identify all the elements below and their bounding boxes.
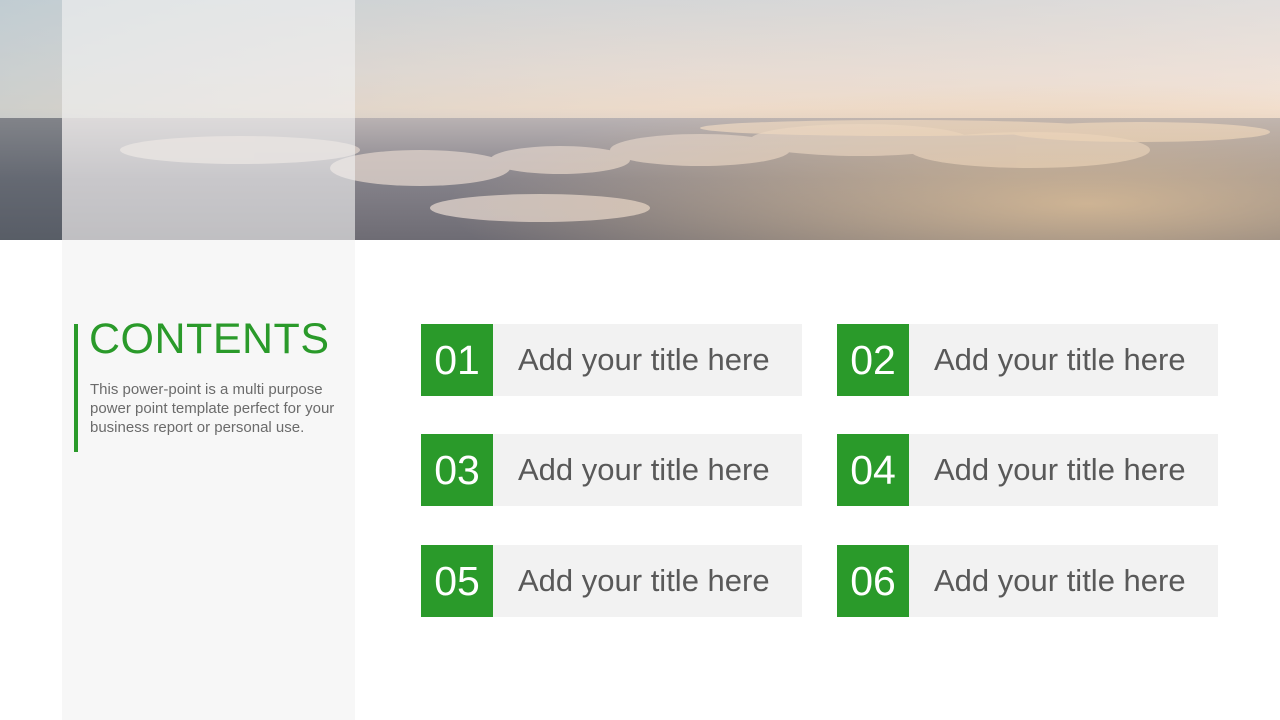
contents-item-04: 04 Add your title here <box>837 434 1218 506</box>
item-title: Add your title here <box>493 434 802 506</box>
item-title: Add your title here <box>493 324 802 396</box>
item-number: 02 <box>837 324 909 396</box>
contents-item-03: 03 Add your title here <box>421 434 802 506</box>
accent-bar <box>74 324 78 452</box>
item-title: Add your title here <box>493 545 802 617</box>
contents-description: This power-point is a multi purpose powe… <box>90 381 335 436</box>
contents-item-05: 05 Add your title here <box>421 545 802 617</box>
item-title: Add your title here <box>909 545 1218 617</box>
contents-item-02: 02 Add your title here <box>837 324 1218 396</box>
item-number: 05 <box>421 545 493 617</box>
contents-heading: CONTENTS <box>89 315 330 363</box>
contents-item-06: 06 Add your title here <box>837 545 1218 617</box>
item-title: Add your title here <box>909 324 1218 396</box>
item-number: 01 <box>421 324 493 396</box>
item-title: Add your title here <box>909 434 1218 506</box>
item-number: 04 <box>837 434 909 506</box>
item-number: 03 <box>421 434 493 506</box>
item-number: 06 <box>837 545 909 617</box>
sidebar-panel-lower <box>62 240 355 720</box>
contents-item-01: 01 Add your title here <box>421 324 802 396</box>
